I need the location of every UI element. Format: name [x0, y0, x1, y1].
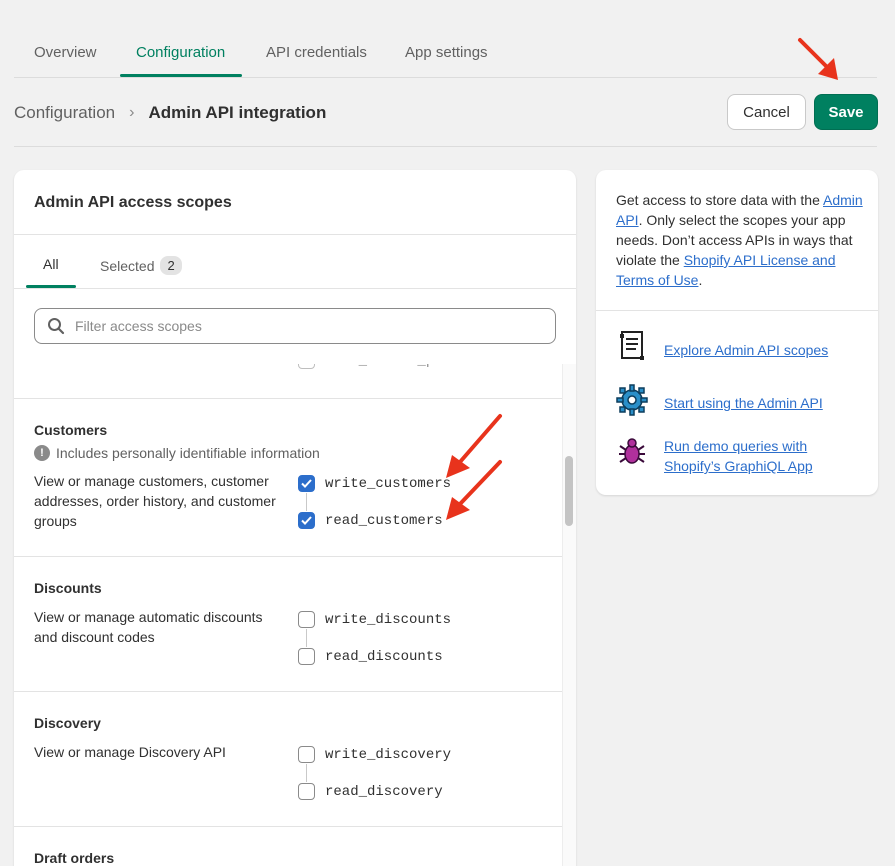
scope-read-discovery[interactable]: read_discovery [298, 783, 443, 800]
cancel-button[interactable]: Cancel [727, 94, 806, 130]
info-text-part: Get access to store data with the [616, 192, 823, 208]
checkbox[interactable] [298, 648, 315, 665]
scope-label: read_discovery [325, 783, 443, 800]
save-button[interactable]: Save [814, 94, 878, 130]
scope-peek: read_custom_pixels [298, 364, 476, 369]
section-discounts: Discounts View or manage automatic disco… [14, 556, 562, 691]
page-title: Admin API integration [148, 103, 327, 122]
search-input[interactable] [75, 318, 515, 334]
divider [14, 288, 576, 289]
search-icon [47, 317, 65, 335]
scope-read-discounts[interactable]: read_discounts [298, 648, 443, 665]
info-icon: ! [34, 445, 50, 461]
scope-write-discovery[interactable]: write_discovery [298, 746, 451, 763]
info-card: Get access to store data with the Admin … [596, 170, 878, 495]
divider [596, 310, 878, 311]
resource-link[interactable]: Explore Admin API scopes [664, 340, 844, 360]
scope-label: write_discovery [325, 746, 452, 763]
subtab-selected-label: Selected [100, 257, 155, 274]
bug-icon [616, 436, 648, 468]
section-description: View or manage automatic discounts and d… [34, 609, 263, 645]
section-draft-orders: Draft orders [14, 826, 562, 866]
scope-connector [306, 629, 307, 647]
checkbox-checked[interactable] [298, 475, 315, 492]
scope-label: read_custom_pixels [325, 364, 476, 369]
resource-start-admin-api[interactable]: Start using the Admin API [616, 384, 844, 416]
subtab-all[interactable]: All [43, 256, 59, 272]
selected-count-badge: 2 [160, 256, 182, 275]
divider [14, 234, 576, 235]
section-title: Customers [34, 422, 108, 438]
section-title: Discovery [34, 715, 101, 731]
annotation-arrow-save [798, 38, 838, 80]
search-box[interactable] [34, 308, 556, 344]
scrollbar-track[interactable] [562, 364, 576, 866]
tab-api-credentials[interactable]: API credentials [266, 44, 367, 61]
scope-connector [306, 493, 307, 511]
scope-label: read_discounts [325, 648, 443, 665]
pii-note-text: Includes personally identifiable informa… [56, 445, 320, 461]
resource-link[interactable]: Start using the Admin API [664, 393, 844, 413]
tab-configuration[interactable]: Configuration [136, 44, 225, 61]
section-description: View or manage Discovery API [34, 744, 226, 760]
active-tab-indicator [120, 74, 242, 77]
checkbox[interactable] [298, 611, 315, 628]
gear-icon [616, 384, 648, 416]
resource-explore-scopes[interactable]: Explore Admin API scopes [616, 330, 844, 362]
pii-note: ! Includes personally identifiable infor… [34, 445, 320, 461]
checkbox-checked[interactable] [298, 512, 315, 529]
tab-overview[interactable]: Overview [34, 44, 97, 61]
section-title: Draft orders [34, 850, 115, 866]
subtab-selected[interactable]: Selected 2 [100, 256, 182, 275]
tab-app-settings[interactable]: App settings [405, 44, 488, 61]
scope-label: write_customers [325, 475, 452, 492]
section-description: View or manage customers, customer addre… [34, 473, 276, 529]
scope-label: read_customers [325, 512, 443, 529]
section-discovery: Discovery View or manage Discovery API w… [14, 691, 562, 826]
resource-graphiql[interactable]: Run demo queries with Shopify’s GraphiQL… [616, 436, 844, 476]
chevron-right-icon: › [129, 104, 135, 121]
breadcrumb: Configuration › Admin API integration [14, 103, 326, 123]
scope-read-customers[interactable]: read_customers [298, 512, 443, 529]
checkbox[interactable] [298, 746, 315, 763]
scope-label: write_discounts [325, 611, 452, 628]
scope-write-customers[interactable]: write_customers [298, 475, 451, 492]
resource-link[interactable]: Run demo queries with Shopify’s GraphiQL… [664, 436, 844, 476]
breadcrumb-parent[interactable]: Configuration [14, 103, 115, 123]
checkbox[interactable] [298, 364, 315, 369]
info-text: Get access to store data with the Admin … [616, 190, 866, 290]
card-title: Admin API access scopes [34, 194, 232, 211]
scrollbar-thumb[interactable] [565, 456, 573, 526]
scope-write-discounts[interactable]: write_discounts [298, 611, 451, 628]
top-tabs: Overview Configuration API credentials A… [14, 0, 877, 78]
section-title: Discounts [34, 580, 102, 596]
checkbox[interactable] [298, 783, 315, 800]
scope-connector [306, 764, 307, 782]
scroll-icon [616, 330, 648, 362]
header-divider [14, 146, 877, 147]
info-text-part: . [698, 272, 703, 288]
annotation-arrow-read-customers [446, 460, 502, 520]
